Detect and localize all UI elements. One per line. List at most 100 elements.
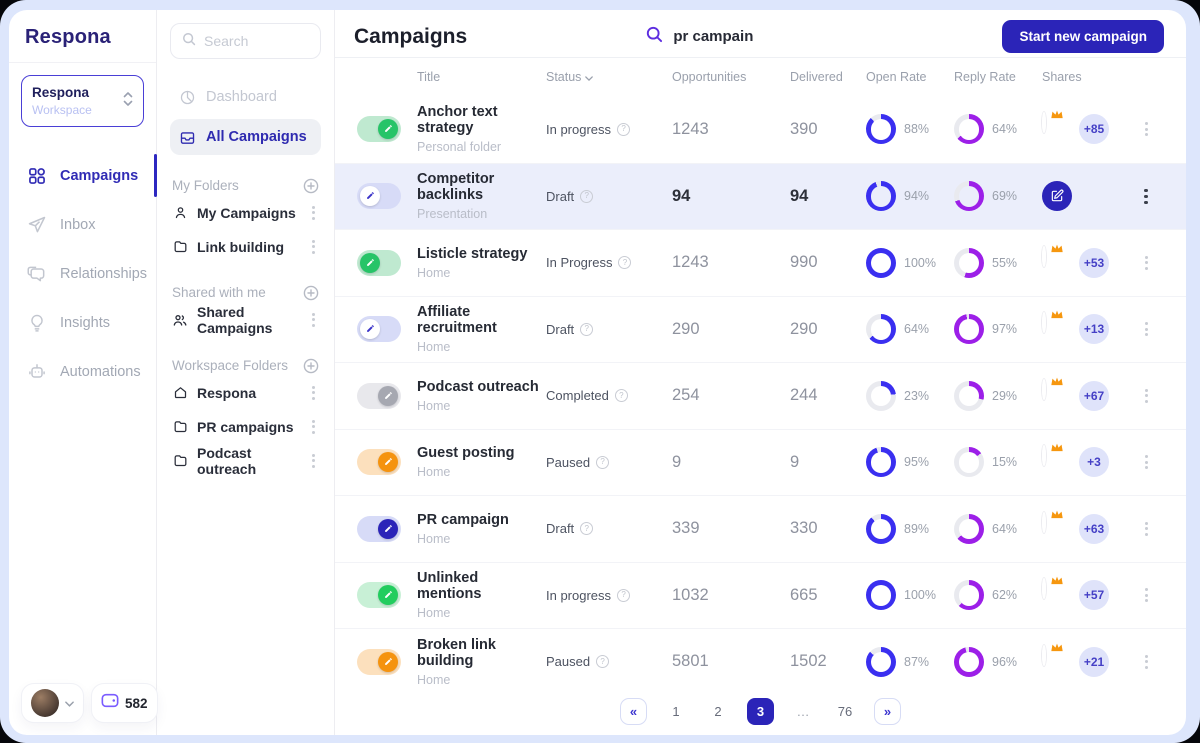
campaign-toggle[interactable] bbox=[357, 516, 401, 542]
open-rate-value: 23% bbox=[904, 389, 929, 403]
shares-count-badge[interactable]: +3 bbox=[1079, 447, 1109, 477]
reply-rate-ring bbox=[954, 248, 984, 278]
shares-count-badge[interactable]: +67 bbox=[1079, 381, 1109, 411]
sidebar-search[interactable] bbox=[170, 23, 321, 59]
sidebar-item-inbox[interactable]: Inbox bbox=[9, 200, 156, 249]
pagination-page-76[interactable]: 76 bbox=[832, 699, 858, 725]
info-icon: ? bbox=[580, 323, 593, 336]
campaign-title: Podcast outreach bbox=[417, 379, 546, 395]
pagination-next-button[interactable]: » bbox=[874, 698, 901, 725]
add-folder-button[interactable] bbox=[302, 177, 319, 194]
campaign-toggle[interactable] bbox=[357, 449, 401, 475]
sidebar-item-insights[interactable]: Insights bbox=[9, 298, 156, 347]
table-row[interactable]: Broken link building Home Paused? 5801 1… bbox=[335, 628, 1186, 695]
shares-count-badge[interactable]: +85 bbox=[1079, 114, 1109, 144]
row-kebab-menu[interactable] bbox=[1140, 322, 1152, 336]
add-folder-button[interactable] bbox=[302, 357, 319, 374]
add-folder-button[interactable] bbox=[302, 284, 319, 301]
campaign-table: Anchor text strategy Personal folder In … bbox=[335, 96, 1186, 695]
pencil-icon bbox=[384, 387, 393, 405]
user-avatar bbox=[31, 689, 59, 717]
kebab-menu-icon[interactable] bbox=[307, 206, 319, 220]
start-new-campaign-button[interactable]: Start new campaign bbox=[1002, 20, 1164, 53]
sidebar-item-campaigns[interactable]: Campaigns bbox=[9, 151, 156, 200]
sidebar-item-relationships[interactable]: Relationships bbox=[9, 249, 156, 298]
table-row[interactable]: PR campaign Home Draft? 339 330 89% 64% … bbox=[335, 495, 1186, 562]
row-kebab-menu[interactable] bbox=[1140, 455, 1152, 469]
table-row[interactable]: Podcast outreach Home Completed? 254 244… bbox=[335, 362, 1186, 429]
kebab-menu-icon[interactable] bbox=[307, 386, 319, 400]
row-kebab-menu[interactable] bbox=[1140, 189, 1152, 205]
table-row[interactable]: Anchor text strategy Personal folder In … bbox=[335, 96, 1186, 163]
open-rate-value: 100% bbox=[904, 256, 936, 270]
open-rate-ring bbox=[866, 181, 896, 211]
folder-item-shared-campaigns[interactable]: Shared Campaigns bbox=[170, 304, 321, 335]
row-kebab-menu[interactable] bbox=[1140, 256, 1152, 270]
campaign-toggle[interactable] bbox=[357, 250, 401, 276]
kebab-menu-icon[interactable] bbox=[307, 454, 319, 468]
table-row[interactable]: Guest posting Home Paused? 9 9 95% 15% +… bbox=[335, 429, 1186, 496]
open-rate-value: 88% bbox=[904, 122, 929, 136]
primary-sidebar: Respona Respona Workspace Campaigns Inbo… bbox=[9, 10, 157, 735]
folder-sections: My Folders My Campaigns Link building Sh… bbox=[170, 155, 321, 476]
sidebar-search-input[interactable] bbox=[204, 33, 309, 49]
campaign-toggle[interactable] bbox=[357, 649, 401, 675]
shares-count-badge[interactable]: +63 bbox=[1079, 514, 1109, 544]
table-row[interactable]: Listicle strategy Home In Progress? 1243… bbox=[335, 229, 1186, 296]
kebab-menu-icon[interactable] bbox=[307, 420, 319, 434]
shares-count-badge[interactable]: +21 bbox=[1079, 647, 1109, 677]
opportunities-value: 1243 bbox=[672, 253, 790, 272]
pagination: «123…76» bbox=[335, 695, 1186, 735]
edit-campaign-button[interactable] bbox=[1042, 181, 1072, 211]
row-kebab-menu[interactable] bbox=[1140, 122, 1152, 136]
campaign-title: Guest posting bbox=[417, 445, 546, 461]
pagination-page-1[interactable]: 1 bbox=[663, 699, 689, 725]
campaign-toggle[interactable] bbox=[357, 316, 401, 342]
campaign-toggle[interactable] bbox=[357, 383, 401, 409]
status-label: In progress bbox=[546, 122, 611, 137]
section-title: My Folders bbox=[172, 178, 239, 193]
chat-icon bbox=[26, 263, 47, 284]
main-nav: Campaigns Inbox Relationships Insights A… bbox=[9, 151, 156, 396]
row-kebab-menu[interactable] bbox=[1140, 655, 1152, 669]
reply-rate-ring bbox=[954, 514, 984, 544]
table-row[interactable]: Unlinked mentions Home In progress? 1032… bbox=[335, 562, 1186, 629]
window-frame: Respona Respona Workspace Campaigns Inbo… bbox=[0, 0, 1200, 743]
status-label: In Progress bbox=[546, 255, 612, 270]
table-row[interactable]: Competitor backlinks Presentation Draft?… bbox=[335, 163, 1186, 230]
panel-item-dashboard[interactable]: Dashboard bbox=[170, 79, 321, 115]
folder-item-respona[interactable]: Respona bbox=[170, 377, 321, 408]
campaign-search-input[interactable] bbox=[673, 28, 823, 45]
sidebar-item-automations[interactable]: Automations bbox=[9, 347, 156, 396]
pagination-prev-button[interactable]: « bbox=[620, 698, 647, 725]
credits-card[interactable]: 582 bbox=[91, 683, 158, 723]
pagination-page-2[interactable]: 2 bbox=[705, 699, 731, 725]
page-title: Campaigns bbox=[354, 25, 467, 49]
campaign-search[interactable] bbox=[467, 26, 1002, 48]
folder-item-my-campaigns[interactable]: My Campaigns bbox=[170, 197, 321, 228]
row-kebab-menu[interactable] bbox=[1140, 522, 1152, 536]
workspace-switcher[interactable]: Respona Workspace bbox=[21, 75, 144, 127]
row-kebab-menu[interactable] bbox=[1140, 389, 1152, 403]
campaign-folder: Home bbox=[417, 673, 546, 687]
open-rate-ring bbox=[866, 514, 896, 544]
panel-item-all-campaigns[interactable]: All Campaigns bbox=[170, 119, 321, 155]
shares-count-badge[interactable]: +13 bbox=[1079, 314, 1109, 344]
folder-item-podcast-outreach[interactable]: Podcast outreach bbox=[170, 445, 321, 476]
campaign-toggle[interactable] bbox=[357, 582, 401, 608]
pagination-page-3[interactable]: 3 bbox=[747, 698, 774, 725]
col-open-rate: Open Rate bbox=[866, 70, 954, 84]
row-kebab-menu[interactable] bbox=[1140, 588, 1152, 602]
user-menu[interactable] bbox=[21, 683, 84, 723]
campaign-toggle[interactable] bbox=[357, 116, 401, 142]
kebab-menu-icon[interactable] bbox=[307, 313, 319, 327]
table-row[interactable]: Affiliate recruitment Home Draft? 290 29… bbox=[335, 296, 1186, 363]
shares-count-badge[interactable]: +57 bbox=[1079, 580, 1109, 610]
campaign-toggle[interactable] bbox=[357, 183, 401, 209]
kebab-menu-icon[interactable] bbox=[307, 240, 319, 254]
campaign-folder: Presentation bbox=[417, 207, 546, 221]
folder-item-pr-campaigns[interactable]: PR campaigns bbox=[170, 411, 321, 442]
col-status[interactable]: Status bbox=[546, 70, 672, 84]
folder-item-link-building[interactable]: Link building bbox=[170, 231, 321, 262]
shares-count-badge[interactable]: +53 bbox=[1079, 248, 1109, 278]
